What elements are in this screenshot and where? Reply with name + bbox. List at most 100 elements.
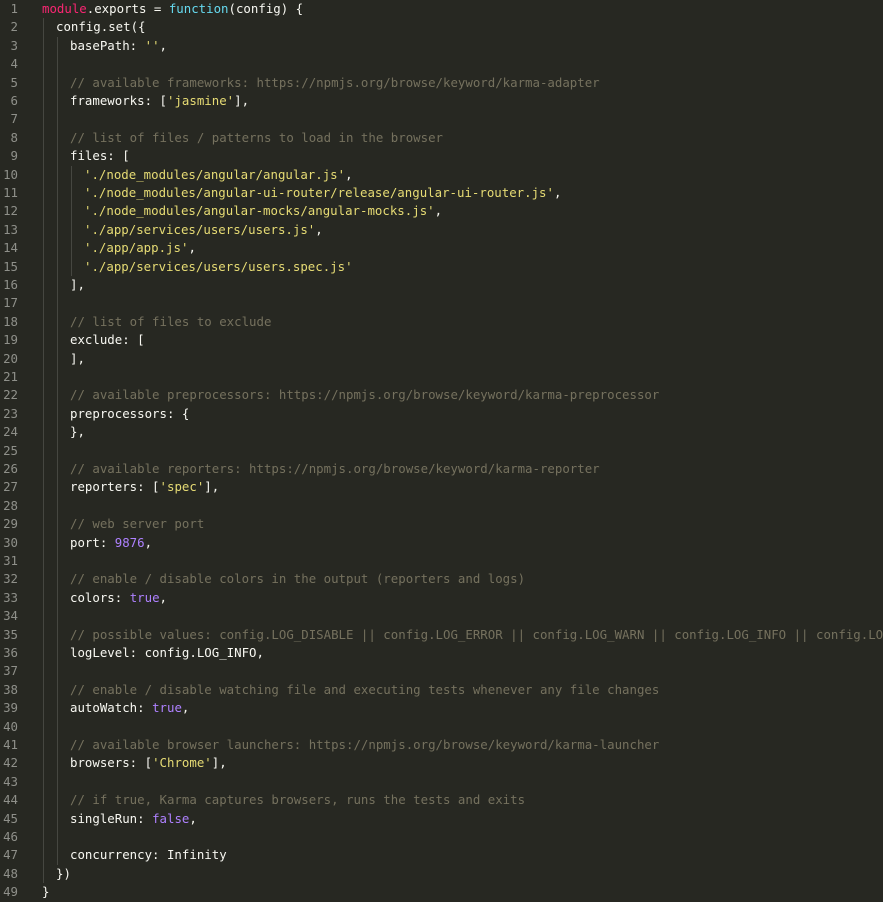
code-line[interactable]: 42 browsers: ['Chrome'], xyxy=(0,754,883,773)
code-line[interactable]: 46 xyxy=(0,828,883,847)
code-token-plain: basePath: xyxy=(70,37,145,53)
code-line[interactable]: 37 xyxy=(0,662,883,681)
indent-guide xyxy=(43,441,44,460)
code-text: autoWatch: true, xyxy=(70,699,883,717)
code-line[interactable]: 12 './node_modules/angular-mocks/angular-… xyxy=(0,202,883,221)
code-line[interactable]: 6 frameworks: ['jasmine'], xyxy=(0,92,883,111)
code-text: exclude: [ xyxy=(70,331,883,349)
code-token-str: './node_modules/angular-ui-router/releas… xyxy=(84,185,554,200)
code-line[interactable]: 45 singleRun: false, xyxy=(0,809,883,828)
line-number: 8 xyxy=(10,129,18,145)
code-text: browsers: ['Chrome'], xyxy=(70,754,883,772)
code-line[interactable]: 36 logLevel: config.LOG_INFO, xyxy=(0,644,883,663)
indent-guide xyxy=(43,73,44,92)
code-text: // available preprocessors: https://npmj… xyxy=(70,386,883,404)
code-line[interactable]: 40 xyxy=(0,717,883,736)
code-line[interactable]: 34 xyxy=(0,607,883,626)
line-number: 21 xyxy=(3,369,18,384)
code-editor[interactable]: 1 module.exports = function(config) {2 con… xyxy=(0,0,883,900)
code-token-cmt: // available preprocessors: https://npmj… xyxy=(70,387,660,403)
code-line[interactable]: 48}) xyxy=(0,864,883,884)
indent-guide xyxy=(57,828,58,847)
indent-guide xyxy=(57,496,58,516)
code-line[interactable]: 49} xyxy=(0,883,883,901)
code-line[interactable]: 33 colors: true, xyxy=(0,588,883,608)
code-line[interactable]: 29 // web server port xyxy=(0,515,883,534)
code-token-cmt: // if true, Karma captures browsers, run… xyxy=(70,792,526,808)
code-line[interactable]: 15 './app/services/users/users.spec.js' xyxy=(0,257,883,276)
indent-guide xyxy=(43,478,44,497)
code-token-cmt: // enable / disable watching file and ex… xyxy=(70,681,660,697)
code-line[interactable]: 2 config.set({ xyxy=(0,18,883,37)
indent-guide xyxy=(43,202,44,221)
indent-guide xyxy=(43,220,44,240)
line-number: 35 xyxy=(3,626,18,642)
indent-guide xyxy=(43,184,44,203)
code-line[interactable]: 47 concurrency: Infinity xyxy=(0,846,883,865)
code-line[interactable]: 10 './node_modules/angular/angular.js', xyxy=(0,165,883,184)
code-token-plain: preprocessors: { xyxy=(70,405,190,421)
code-line[interactable]: 41 // available browser launchers: https:… xyxy=(0,736,883,755)
line-number: 28 xyxy=(3,497,18,513)
code-line[interactable]: 26 // available reporters: https://npmjs.… xyxy=(0,460,883,479)
code-line[interactable]: 30 port: 9876, xyxy=(0,533,883,552)
code-line[interactable]: 23 preprocessors: { xyxy=(0,404,883,424)
indent-guide xyxy=(43,662,44,681)
indent-guide xyxy=(57,220,58,240)
code-token-str: './app/app.js' xyxy=(84,240,189,256)
code-line[interactable]: 1 module.exports = function(config) { xyxy=(0,0,883,18)
code-line[interactable]: 13 './app/services/users/users.js', xyxy=(0,220,883,240)
line-number: 41 xyxy=(3,737,18,752)
code-text: colors: true, xyxy=(70,589,883,607)
indent-guide xyxy=(57,699,58,718)
code-line[interactable]: 5 // available frameworks: https://npmjs.… xyxy=(0,73,883,92)
code-line[interactable]: 14 './app/app.js', xyxy=(0,239,883,258)
line-number: 34 xyxy=(3,608,18,624)
code-line[interactable]: 16], xyxy=(0,276,883,295)
code-line[interactable]: 21 xyxy=(0,368,883,387)
indent-guide xyxy=(57,791,58,810)
code-line[interactable]: 8 // list of files / patterns to load in … xyxy=(0,128,883,148)
indent-guide xyxy=(43,625,44,644)
code-line[interactable]: 4 xyxy=(0,55,883,74)
code-text: } xyxy=(42,883,883,901)
line-number: 39 xyxy=(3,700,18,716)
line-number: 12 xyxy=(3,203,18,219)
code-line[interactable]: 11 './node_modules/angular-ui-router/rele… xyxy=(0,184,883,203)
code-token-cmt: // list of files / patterns to load in t… xyxy=(70,129,443,145)
code-line[interactable]: 18 // list of files to exclude xyxy=(0,312,883,332)
code-line[interactable]: 28 xyxy=(0,496,883,516)
code-line[interactable]: 44 // if true, Karma captures browsers, r… xyxy=(0,791,883,810)
code-line[interactable]: 22 // available preprocessors: https://np… xyxy=(0,386,883,405)
code-line[interactable]: 38 // enable / disable watching file and … xyxy=(0,680,883,700)
line-number: 27 xyxy=(3,479,18,495)
code-text: './app/services/users/users.js', xyxy=(84,221,883,239)
code-line[interactable]: 32 // enable / disable colors in the outp… xyxy=(0,570,883,589)
code-line[interactable]: 7 xyxy=(0,110,883,129)
code-line[interactable]: 31 xyxy=(0,552,883,571)
line-number: 45 xyxy=(3,810,18,826)
indent-guide xyxy=(71,165,72,184)
indent-guide xyxy=(57,349,58,368)
code-token-plain: autoWatch: xyxy=(70,700,153,716)
code-line[interactable]: 25 xyxy=(0,441,883,460)
line-number: 49 xyxy=(3,884,18,900)
code-line[interactable]: 24}, xyxy=(0,423,883,442)
code-line[interactable]: 20], xyxy=(0,349,883,368)
indent-guide xyxy=(43,165,44,184)
code-line[interactable]: 39 autoWatch: true, xyxy=(0,699,883,718)
code-line[interactable]: 19 exclude: [ xyxy=(0,331,883,350)
code-line[interactable]: 17 xyxy=(0,294,883,313)
indent-guide xyxy=(43,754,44,773)
code-line[interactable]: 35 // possible values: config.LOG_DISABLE… xyxy=(0,625,883,644)
indent-guide xyxy=(43,717,44,736)
indent-guide xyxy=(71,184,72,203)
code-line[interactable]: 3 basePath: '', xyxy=(0,36,883,56)
code-line[interactable]: 9 files: [ xyxy=(0,147,883,166)
indent-guide xyxy=(57,184,58,203)
code-line[interactable]: 43 xyxy=(0,772,883,792)
code-token-str: './app/services/users/users.js' xyxy=(84,221,316,237)
code-text: // list of files / patterns to load in t… xyxy=(70,129,883,147)
indent-guide xyxy=(43,110,44,129)
code-line[interactable]: 27 reporters: ['spec'], xyxy=(0,478,883,497)
